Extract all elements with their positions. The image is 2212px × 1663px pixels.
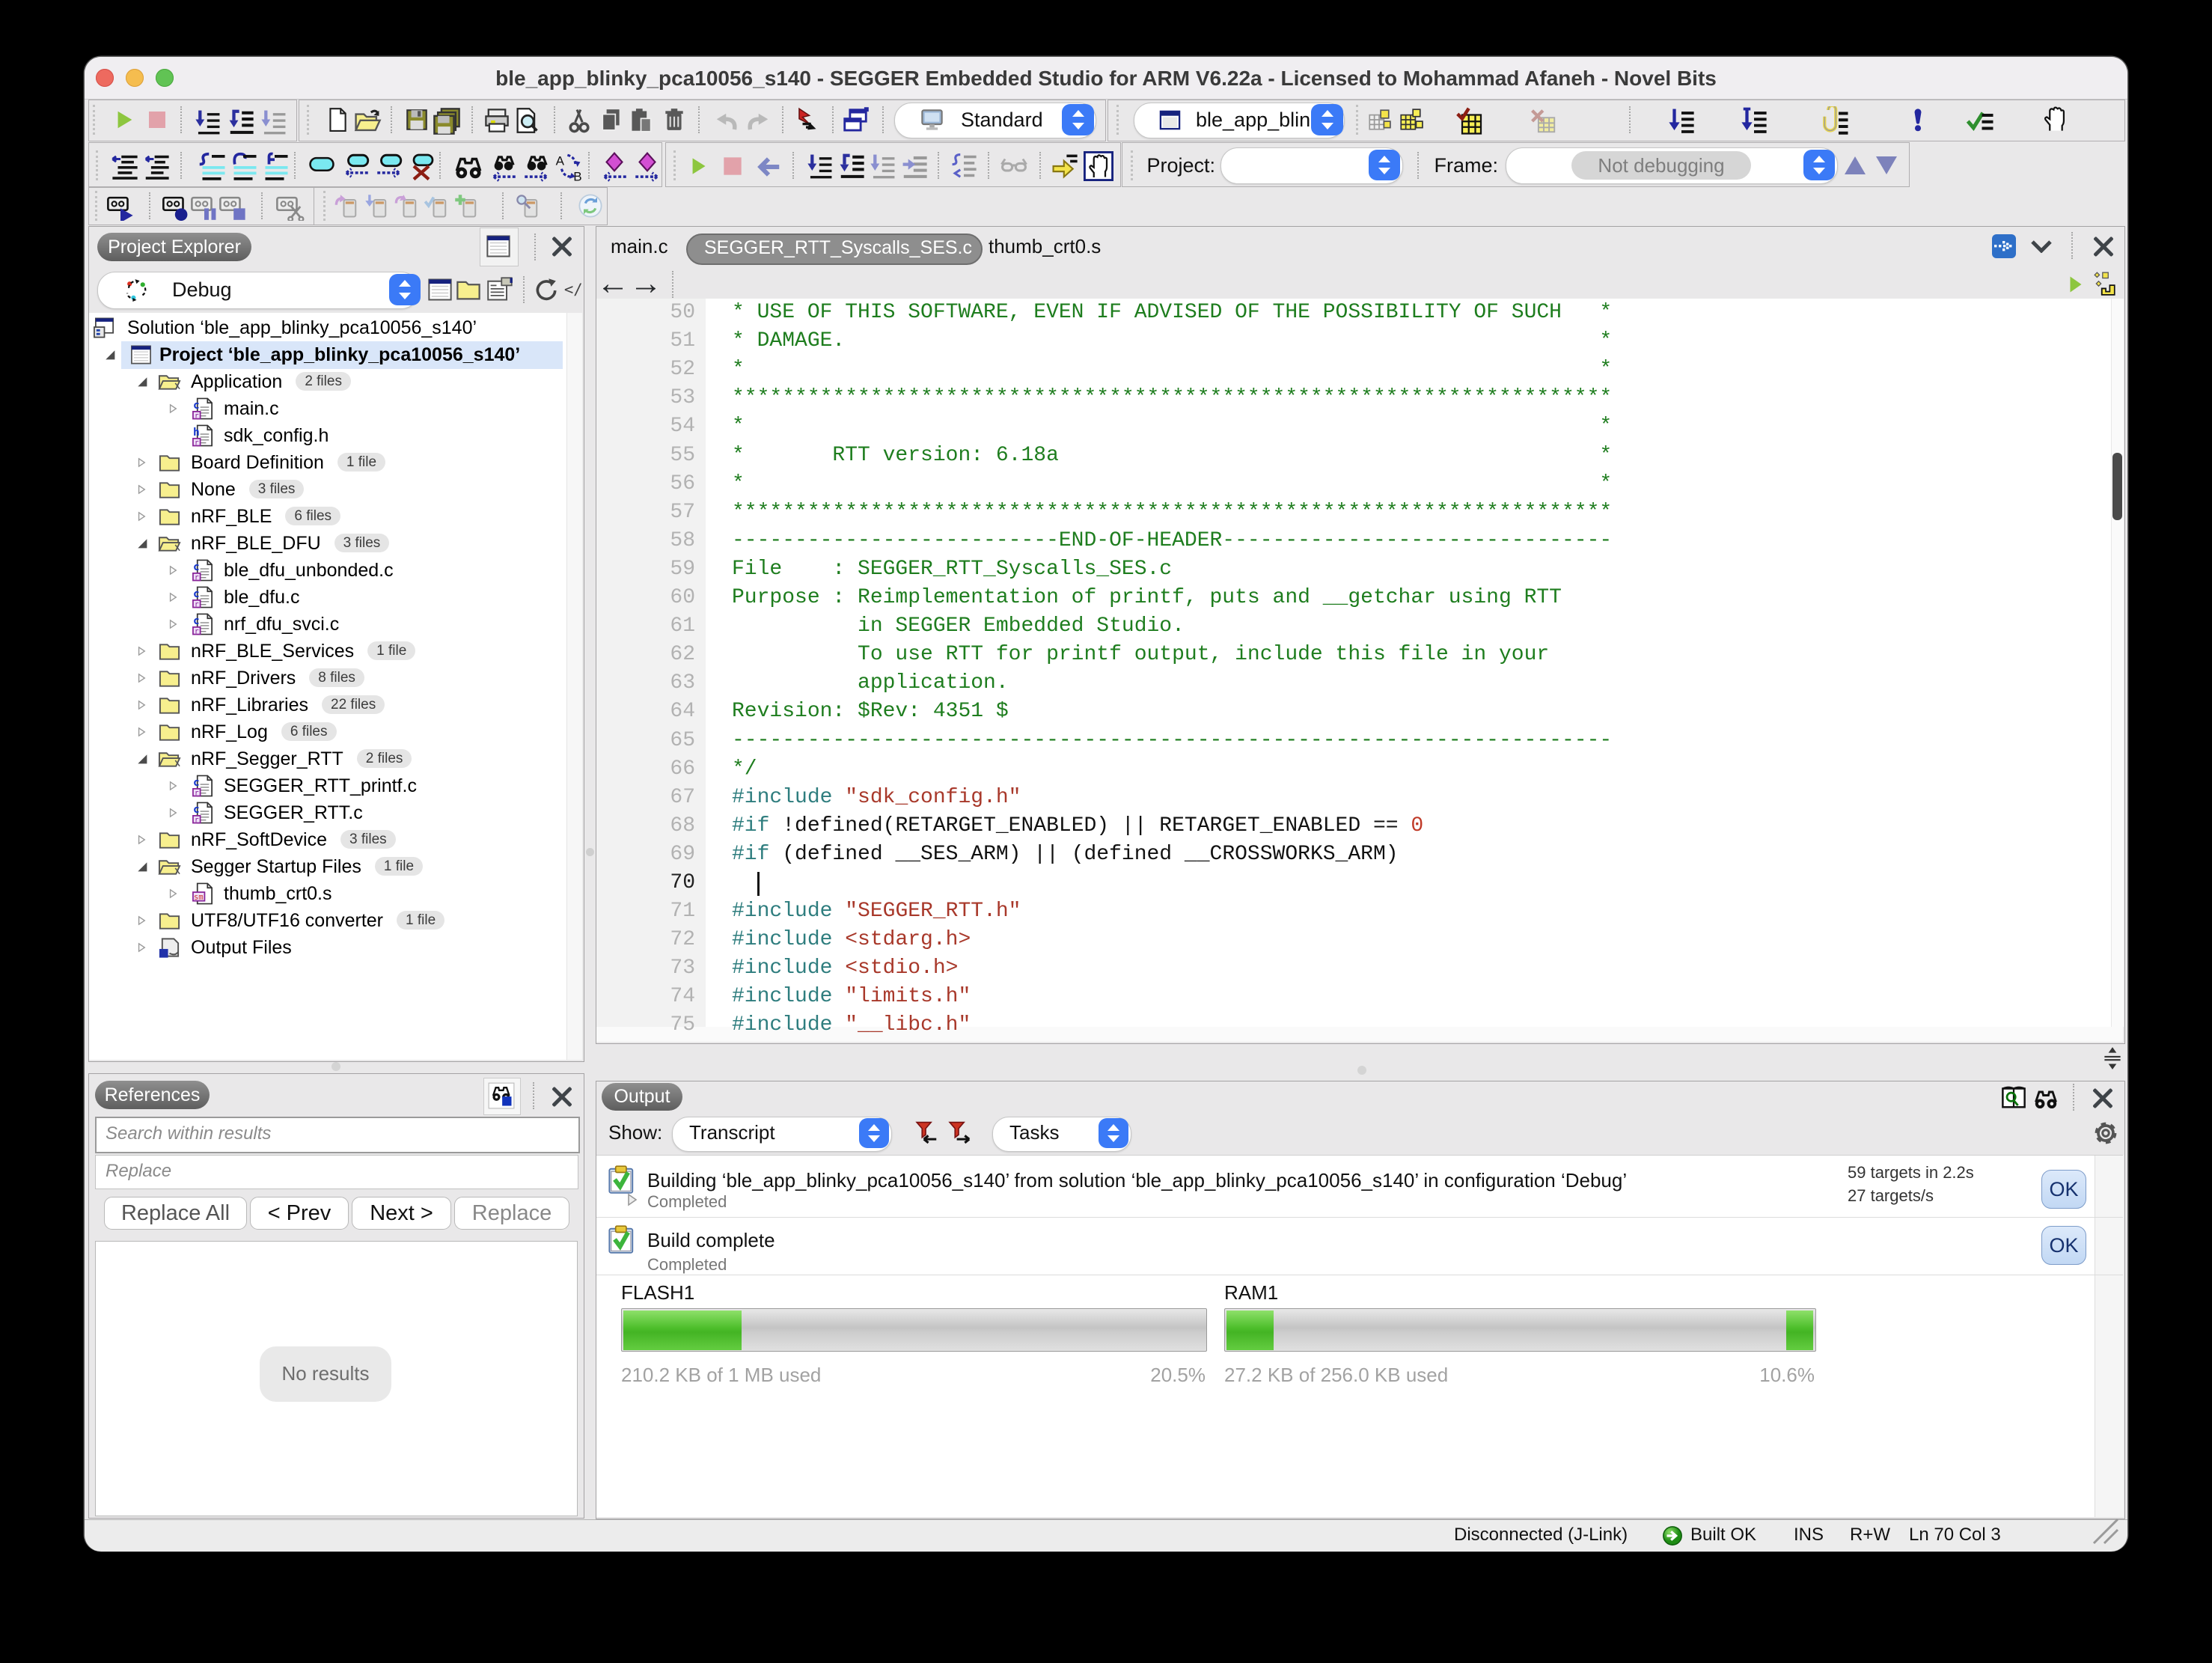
svg-text:</: </ xyxy=(564,281,583,299)
svg-text:r: r xyxy=(195,601,199,609)
svg-text:c: c xyxy=(193,804,200,816)
svg-text:r: r xyxy=(195,439,199,448)
svg-text:h: h xyxy=(193,427,200,439)
svg-text:c: c xyxy=(193,400,200,412)
svg-text:r: r xyxy=(195,790,199,798)
svg-text:r: r xyxy=(195,574,199,582)
svg-text:r: r xyxy=(195,412,199,421)
svg-text:sm: sm xyxy=(194,892,204,902)
svg-text:r: r xyxy=(195,628,199,636)
svg-text:c: c xyxy=(193,561,200,573)
svg-text:c: c xyxy=(193,615,200,627)
svg-text:c: c xyxy=(193,777,200,789)
svg-text:r: r xyxy=(195,817,199,825)
svg-text:c: c xyxy=(193,588,200,600)
